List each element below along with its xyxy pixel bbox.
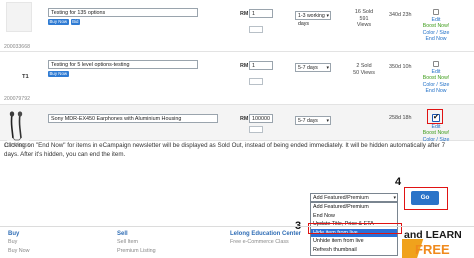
item-thumbnail[interactable] (6, 2, 32, 32)
annotation-highlight-checkbox (427, 109, 443, 124)
price-input[interactable] (249, 9, 273, 18)
buy-now-badge: Buy Now (48, 19, 69, 25)
footer-heading[interactable]: Sell (117, 230, 156, 238)
bulk-action-select[interactable]: Add Featured/Premium ▾ (310, 193, 398, 202)
time-left: 340d 23h (389, 12, 412, 18)
item-actions: Edit Boost Now! Color / Size (419, 124, 453, 143)
annotation-highlight-hide-option (308, 223, 402, 234)
footer-buy-column: Buy Buy Buy Now (8, 230, 30, 255)
footer-link[interactable]: Premium Listing (117, 247, 156, 255)
chevron-down-icon: ▾ (393, 195, 396, 201)
view-count: 591 Views (356, 15, 372, 29)
table-row: 197776666 RM 5-7 days 258d 18h ✔ Edit Bo… (0, 105, 474, 149)
currency-label: RM (240, 116, 249, 122)
promo-text-free: FREE (415, 242, 450, 257)
footer-heading[interactable]: Buy (8, 230, 30, 238)
table-row: T1 200079792 Buy Now RM 5-7 days 2 Sold … (0, 52, 474, 105)
select-item-checkbox[interactable] (433, 61, 439, 67)
select-item-checkbox[interactable] (433, 9, 439, 15)
shipping-time-select[interactable]: 5-7 days (295, 63, 331, 72)
dropdown-option[interactable]: End Now (311, 212, 397, 221)
end-now-link[interactable]: End Now (419, 88, 453, 94)
listings-table: 200033668 Buy Now Bid RM 1-3 working day… (0, 0, 474, 149)
end-now-notice: Clicking on "End Now" for items in eCamp… (4, 142, 446, 158)
footer-education-column: Lelong Education Center Free e-Commerce … (230, 230, 301, 247)
dropdown-option[interactable]: Unhide item from live (311, 237, 397, 246)
item-badges: Buy Now Bid (48, 19, 80, 25)
sold-count: 2 Sold (356, 63, 372, 69)
bid-badge: Bid (70, 19, 80, 25)
boost-now-link[interactable]: Boost Now! (419, 23, 453, 29)
quantity-input[interactable] (249, 26, 263, 33)
item-stats: 16 Sold 591 Views (353, 9, 375, 29)
item-id: 200079792 (4, 96, 30, 102)
earphone-thumbnail[interactable] (7, 111, 29, 141)
currency-label: RM (240, 63, 249, 69)
view-count: 50 Views (353, 69, 375, 76)
item-badges: Buy Now (48, 71, 69, 77)
boost-now-link[interactable]: Boost Now! (419, 75, 453, 81)
footer-heading[interactable]: Lelong Education Center (230, 230, 301, 238)
boost-now-link[interactable]: Boost Now! (419, 130, 453, 136)
buy-now-badge: Buy Now (48, 71, 69, 77)
promo-banner[interactable]: and LEARN FREE (402, 227, 474, 258)
item-id: 200033668 (4, 44, 30, 50)
quantity-input[interactable] (249, 78, 263, 85)
shipping-time-select[interactable]: 1-3 working days (295, 11, 331, 27)
footer-sell-column: Sell Sell Item Premium Listing (117, 230, 156, 255)
item-tag: T1 (22, 74, 29, 80)
shipping-time-select[interactable]: 5-7 days (295, 116, 331, 125)
time-left: 258d 18h (389, 115, 412, 121)
item-actions: Edit Boost Now! Color / Size End Now (419, 17, 453, 43)
footer-link[interactable]: Free e-Commerce Class (230, 238, 301, 246)
go-button[interactable]: Go (411, 191, 439, 205)
footer-link[interactable]: Sell Item (117, 238, 156, 246)
promo-text: and LEARN (404, 229, 462, 241)
bulk-action-selected: Add Featured/Premium (313, 195, 369, 201)
item-title-input[interactable] (48, 60, 198, 69)
item-actions: Edit Boost Now! Color / Size End Now (419, 69, 453, 95)
footer-link[interactable]: Buy (8, 238, 30, 246)
table-row: 200033668 Buy Now Bid RM 1-3 working day… (0, 0, 474, 52)
item-stats: 2 Sold 50 Views (353, 63, 375, 76)
step-4-label: 4 (395, 176, 402, 188)
item-title-input[interactable] (48, 114, 218, 123)
time-left: 350d 10h (389, 64, 412, 70)
dropdown-option[interactable]: Add Featured/Premium (311, 203, 397, 212)
dropdown-option[interactable]: Refresh thumbnail (311, 246, 397, 255)
end-now-link[interactable]: End Now (419, 36, 453, 42)
footer-link[interactable]: Buy Now (8, 247, 30, 255)
quantity-input[interactable] (249, 126, 263, 133)
price-input[interactable] (249, 61, 273, 70)
sold-count: 16 Sold (354, 9, 374, 15)
item-title-input[interactable] (48, 8, 198, 17)
currency-label: RM (240, 11, 249, 17)
price-input[interactable] (249, 114, 273, 123)
